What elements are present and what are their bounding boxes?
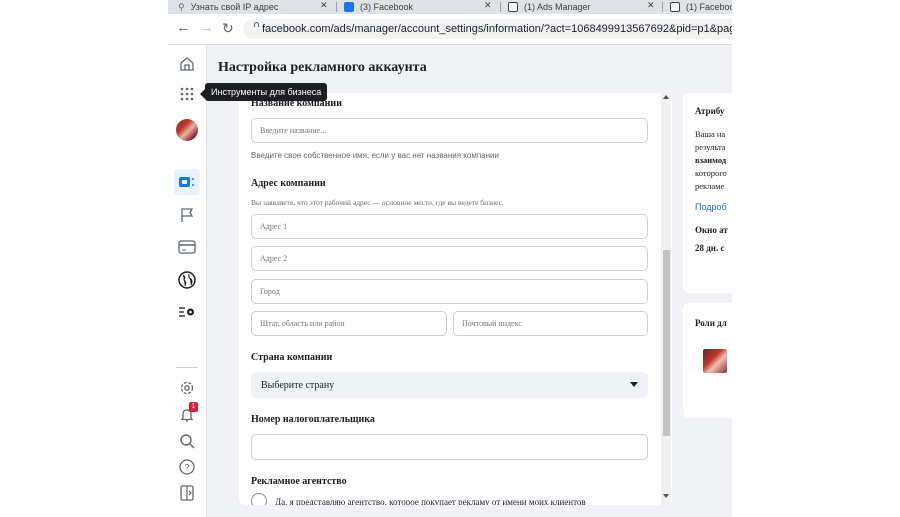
tab-title: (3) Facebook	[360, 2, 414, 12]
collapse-icon[interactable]	[174, 480, 200, 506]
notifications-bell-icon[interactable]: 1	[174, 402, 200, 428]
svg-text:?: ?	[184, 463, 189, 473]
company-country-label: Страна компании	[251, 352, 333, 363]
tab-facebook-2[interactable]: (1) Facebook	[670, 0, 732, 14]
tab-facebook[interactable]: (3) Facebook	[344, 0, 413, 14]
tab-title: (1) Ads Manager	[524, 2, 591, 12]
company-name-input[interactable]	[251, 118, 648, 143]
country-select[interactable]: Выберите страну	[251, 372, 648, 398]
tax-id-label: Номер налогоплательщика	[251, 414, 375, 425]
settings-gear-icon[interactable]	[174, 375, 200, 401]
scroll-up-icon[interactable]	[663, 95, 669, 99]
zip-input[interactable]	[453, 311, 648, 336]
attribution-window-label: Окно ат	[695, 225, 728, 235]
address2-input[interactable]	[251, 246, 648, 271]
learn-more-link[interactable]: Подроб	[695, 202, 727, 212]
notification-badge: 1	[189, 402, 198, 412]
attribution-text-line: Ваша на	[695, 129, 726, 139]
company-name-hint: Введите свое собственное имя, если у вас…	[251, 151, 499, 160]
tab-bar: ⚲ Узнать свой IP адрес ✕ (3) Facebook ✕ …	[168, 0, 732, 14]
ads-manager-icon[interactable]	[174, 169, 200, 195]
close-tab-icon[interactable]: ✕	[320, 0, 328, 12]
url-text: facebook.com/ads/manager/account_setting…	[262, 23, 732, 35]
account-settings-form: Название компании Введите свое собственн…	[239, 93, 672, 505]
reload-icon[interactable]: ↻	[222, 20, 234, 37]
settings-list-icon[interactable]	[174, 299, 200, 325]
chevron-down-icon	[630, 382, 638, 387]
search-icon: ⚲	[178, 1, 185, 12]
globe-icon[interactable]	[174, 267, 200, 293]
tab-title: (1) Facebook	[686, 2, 732, 12]
company-address-label: Адрес компании	[251, 178, 326, 189]
apps-grid-icon[interactable]	[174, 81, 200, 107]
sidebar-divider	[176, 367, 198, 368]
browser-window: ⚲ Узнать свой IP адрес ✕ (3) Facebook ✕ …	[168, 0, 732, 517]
tab-title: Узнать свой IP адрес	[190, 2, 279, 12]
roles-card: Роли дл	[683, 303, 732, 418]
tab-ip[interactable]: ⚲ Узнать свой IP адрес	[178, 0, 278, 14]
url-field[interactable]: facebook.com/ads/manager/account_setting…	[243, 19, 732, 39]
ads-manager-icon	[670, 2, 680, 12]
business-tools-tooltip: Инструменты для бизнеса	[199, 83, 328, 101]
profile-avatar[interactable]	[174, 117, 200, 143]
state-input[interactable]	[251, 311, 447, 336]
tax-id-input[interactable]	[251, 434, 648, 460]
facebook-icon	[344, 2, 354, 12]
company-address-hint: Вы заявляете, что этот рабочий адрес — о…	[251, 198, 504, 207]
attribution-text-line: взаимод	[695, 155, 727, 165]
avatar[interactable]	[703, 349, 727, 373]
left-sidebar: 1 ?	[168, 45, 207, 517]
scroll-down-icon[interactable]	[663, 494, 669, 498]
help-icon[interactable]: ?	[174, 454, 200, 480]
attribution-heading: Атрибу	[695, 106, 725, 116]
address1-input[interactable]	[251, 214, 648, 239]
back-arrow-icon[interactable]: ←	[176, 19, 191, 36]
agency-radio[interactable]	[251, 493, 267, 505]
scrollbar-thumb[interactable]	[663, 250, 670, 436]
billing-card-icon[interactable]	[174, 234, 200, 260]
attribution-card: Атрибу Ваша на результа взаимод которого…	[683, 93, 732, 293]
close-tab-icon[interactable]: ✕	[484, 0, 492, 12]
attribution-text-line: которого	[695, 168, 727, 178]
attribution-text-line: рекламе	[695, 181, 725, 191]
attribution-text-line: результа	[695, 142, 726, 152]
page-title: Настройка рекламного аккаунта	[218, 60, 427, 75]
attribution-window-value: 28 дн. с	[695, 243, 725, 253]
city-input[interactable]	[251, 279, 648, 304]
forward-arrow-icon[interactable]: →	[199, 19, 214, 36]
close-tab-icon[interactable]: ✕	[647, 0, 655, 12]
tab-ads-manager[interactable]: (1) Ads Manager	[508, 0, 591, 14]
flag-icon[interactable]	[174, 202, 200, 228]
agency-option-text: Да, я представляю агентство, которое пок…	[275, 497, 586, 505]
home-icon[interactable]	[174, 51, 200, 77]
search-icon[interactable]	[174, 428, 200, 454]
address-bar: ← → ↻ facebook.com/ads/manager/account_s…	[168, 14, 732, 45]
ad-agency-label: Рекламное агентство	[251, 476, 347, 487]
roles-heading: Роли дл	[695, 318, 727, 328]
ads-manager-icon	[508, 2, 518, 12]
country-select-value: Выберите страну	[261, 379, 335, 391]
